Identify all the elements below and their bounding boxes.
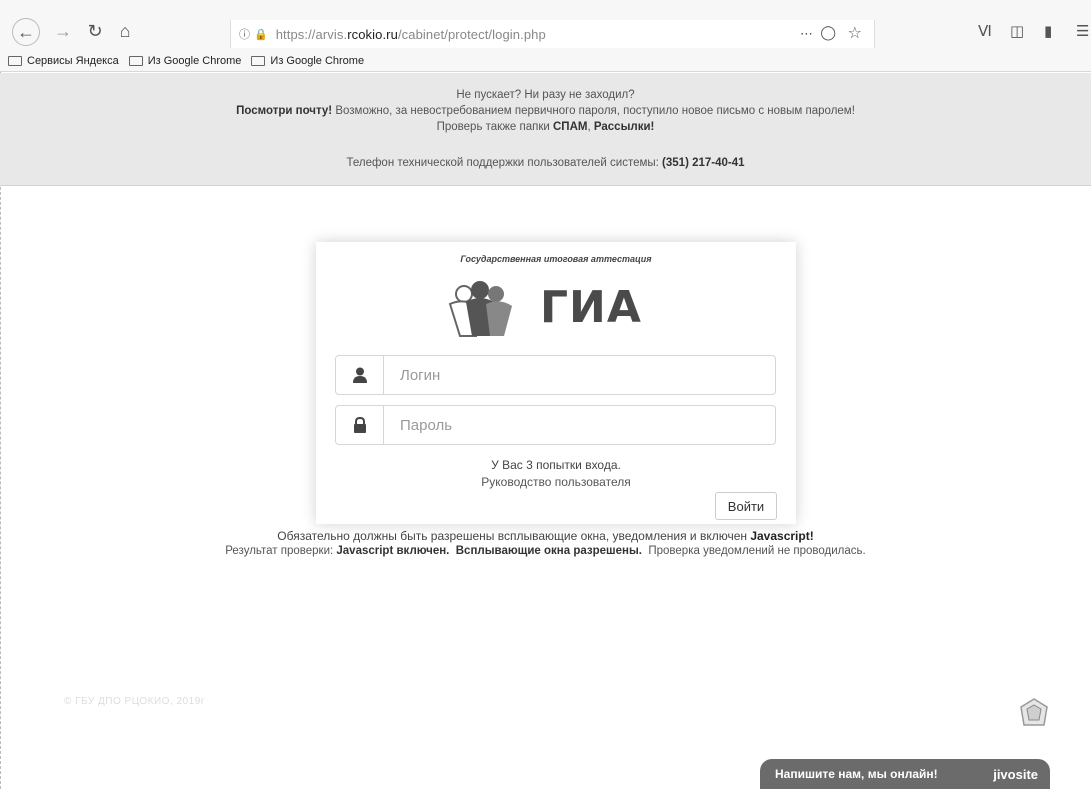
copyright-text: © ГБУ ДПО РЦОКИО, 2019г — [64, 696, 205, 707]
back-arrow-icon[interactable]: ← — [12, 18, 40, 46]
attempts-text: У Вас 3 попытки входа. — [491, 458, 621, 472]
login-button[interactable]: Войти — [715, 492, 777, 520]
info-icon[interactable]: ⓘ — [239, 26, 250, 42]
support-phone: Телефон технической поддержки пользовате… — [346, 157, 745, 169]
bookmarks-bar: Сервисы Яндекса Из Google Chrome Из Goog… — [0, 50, 1091, 72]
pocket-icon[interactable]: ◯ — [820, 24, 836, 41]
requirements-text: Обязательно должны быть разрешены всплыв… — [277, 529, 814, 543]
folder-icon — [251, 55, 266, 66]
page-actions-icon[interactable]: ⋯ — [800, 26, 814, 42]
reader-icon[interactable]: ▮ — [1044, 22, 1052, 40]
sidebar-icon[interactable]: ◫ — [1010, 22, 1024, 40]
info-banner: Не пускает? Ни разу не заходил? Посмотри… — [0, 73, 1091, 186]
bookmark-star-icon[interactable]: ☆ — [848, 23, 862, 43]
library-icon[interactable]: Ⅵ — [978, 22, 992, 40]
banner-check-mail: Посмотри почту! Возможно, за невостребов… — [236, 105, 855, 117]
chat-text[interactable]: Напишите нам, мы онлайн! — [775, 767, 938, 781]
chat-brand: jivosite — [993, 766, 1038, 782]
user-manual-link[interactable]: Руководство пользователя — [316, 475, 796, 489]
password-input[interactable] — [384, 406, 775, 444]
gia-logo: ГИА — [446, 280, 666, 340]
banner-question: Не пускает? Ни разу не заходил? — [456, 89, 635, 101]
folder-icon — [8, 55, 22, 66]
user-icon — [336, 356, 384, 394]
chat-widget[interactable]: Напишите нам, мы онлайн! jivosite — [760, 759, 1050, 789]
url-text[interactable]: https://arvis.rcokio.ru/cabinet/protect/… — [276, 27, 546, 42]
banner-check-folders: Проверь также папки СПАМ, Рассылки! — [436, 121, 655, 133]
folder-icon — [128, 55, 143, 66]
browser-toolbar: ← → ↻ ⌂ ⓘ 🔒 https://arvis.rcokio.ru/cabi… — [0, 0, 1091, 50]
forward-arrow-icon[interactable]: → — [50, 18, 76, 44]
bookmark-folder-yandex[interactable]: Сервисы Яндекса — [8, 55, 119, 67]
lock-icon: 🔒 — [254, 28, 268, 41]
login-card: Государственная итоговая аттестация ГИА … — [316, 242, 796, 524]
menu-icon[interactable]: ☰ — [1076, 22, 1089, 40]
bookmark-folder-chrome-1[interactable]: Из Google Chrome — [128, 55, 241, 67]
card-subtitle: Государственная итоговая аттестация — [460, 254, 652, 264]
people-logo-icon — [448, 281, 512, 337]
reload-icon[interactable]: ↻ — [82, 18, 108, 44]
emblem-icon — [1020, 698, 1048, 726]
home-icon[interactable]: ⌂ — [112, 18, 138, 44]
bookmark-folder-chrome-2[interactable]: Из Google Chrome — [251, 55, 364, 67]
address-bar[interactable]: ⓘ 🔒 https://arvis.rcokio.ru/cabinet/prot… — [230, 20, 875, 48]
logo-text: ГИА — [540, 282, 642, 333]
login-input[interactable] — [384, 356, 775, 394]
password-field — [335, 405, 776, 445]
lock-icon — [336, 406, 384, 444]
check-result: Результат проверки: Javascript включен. … — [225, 545, 866, 557]
login-field — [335, 355, 776, 395]
